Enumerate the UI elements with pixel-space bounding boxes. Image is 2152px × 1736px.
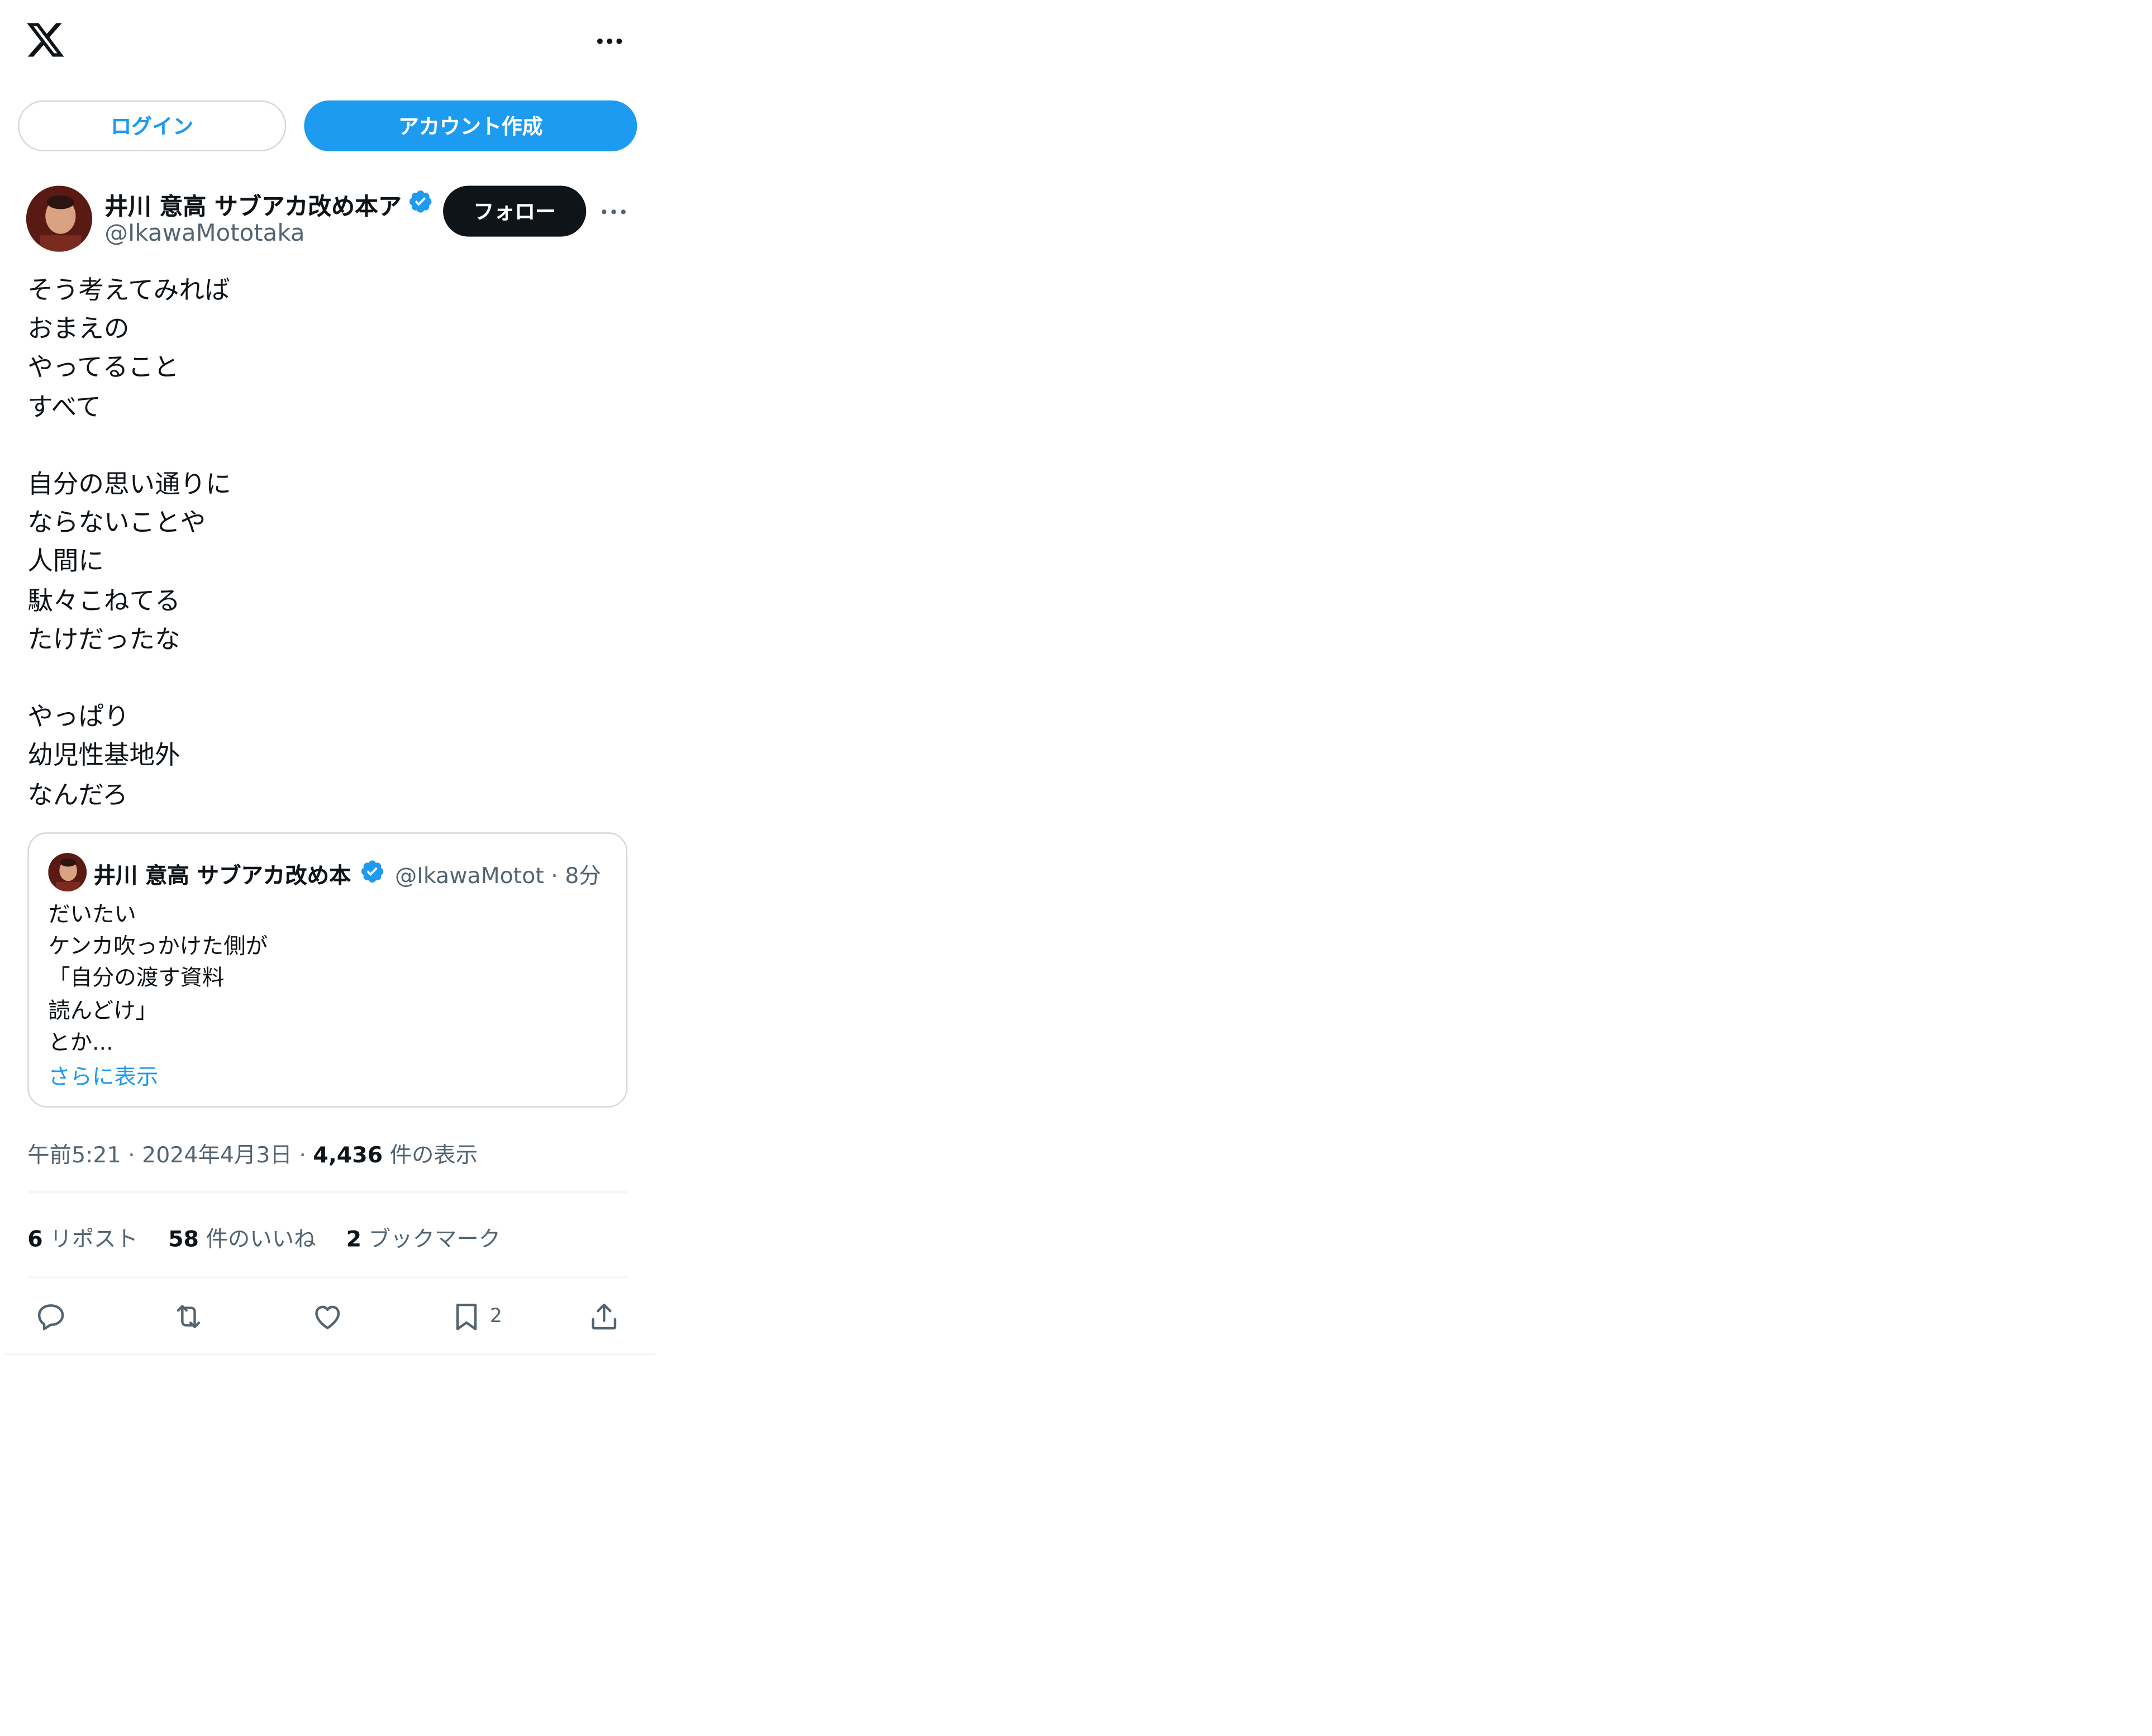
quote-author-name: 井川 意高 サブアカ改め本	[93, 862, 351, 889]
author-name-text[interactable]: 井川 意高 サブアカ改め本ア	[104, 187, 402, 221]
divider	[27, 1276, 628, 1279]
reply-icon[interactable]	[35, 1300, 68, 1333]
like-stat[interactable]: 58 件のいいね	[168, 1226, 316, 1252]
quote-text: だいたい ケンカ吹っかけた側が 「自分の渡す資料 読んどけ」 とか...	[48, 901, 268, 1055]
tweet-more-icon[interactable]	[597, 195, 630, 228]
quoted-tweet[interactable]: 井川 意高 サブアカ改め本 @IkawaMotot · 8分 だいたい ケンカ吹…	[27, 832, 628, 1108]
bookmark-label: ブックマーク	[361, 1225, 501, 1252]
show-more-link[interactable]: さらに表示	[48, 1058, 158, 1091]
divider	[27, 1191, 628, 1193]
repost-count: 6	[27, 1225, 43, 1252]
view-count-label: 件の表示	[383, 1142, 478, 1169]
retweet-icon[interactable]	[172, 1300, 205, 1333]
tweet-timestamp[interactable]: 午前5:21 · 2024年4月3日 ·	[27, 1142, 313, 1168]
login-button[interactable]: ログイン	[18, 100, 287, 151]
verified-badge-icon	[359, 859, 385, 890]
share-icon[interactable]	[588, 1300, 621, 1333]
quote-handle-time: @IkawaMotot · 8分	[394, 862, 601, 889]
bookmark-stat-count: 2	[346, 1225, 362, 1252]
like-label: 件のいいね	[198, 1225, 316, 1252]
follow-button[interactable]: フォロー	[443, 185, 587, 237]
verified-badge-icon	[407, 188, 434, 221]
divider	[2, 1353, 655, 1356]
repost-label: リポスト	[42, 1225, 138, 1252]
signup-button[interactable]: アカウント作成	[304, 100, 637, 151]
author-name[interactable]: 井川 意高 サブアカ改め本ア	[104, 187, 433, 222]
page: ログイン アカウント作成 井川 意高 サブアカ改め本ア @IkawaMotota…	[0, 0, 2152, 1725]
like-count: 58	[168, 1225, 199, 1252]
bookmark-icon[interactable]	[450, 1300, 483, 1333]
tweet-meta: 午前5:21 · 2024年4月3日 · 4,436 件の表示	[27, 1136, 478, 1169]
tweet-stats: 6 リポスト 58 件のいいね 2 ブックマーク	[27, 1220, 501, 1253]
view-count: 4,436	[313, 1142, 383, 1169]
quote-avatar	[48, 853, 87, 892]
more-horizontal-icon[interactable]	[592, 25, 627, 58]
tweet-text: そう考えてみれば おまえの やってること すべて 自分の思い通りに ならないこと…	[27, 276, 231, 810]
author-handle[interactable]: @IkawaMototaka	[104, 220, 304, 247]
repost-stat[interactable]: 6 リポスト	[27, 1226, 138, 1252]
heart-icon[interactable]	[311, 1300, 344, 1333]
avatar[interactable]	[26, 185, 93, 252]
bookmark-count: 2	[489, 1305, 502, 1328]
x-logo-icon[interactable]	[25, 19, 66, 60]
bookmark-stat[interactable]: 2 ブックマーク	[346, 1226, 501, 1252]
